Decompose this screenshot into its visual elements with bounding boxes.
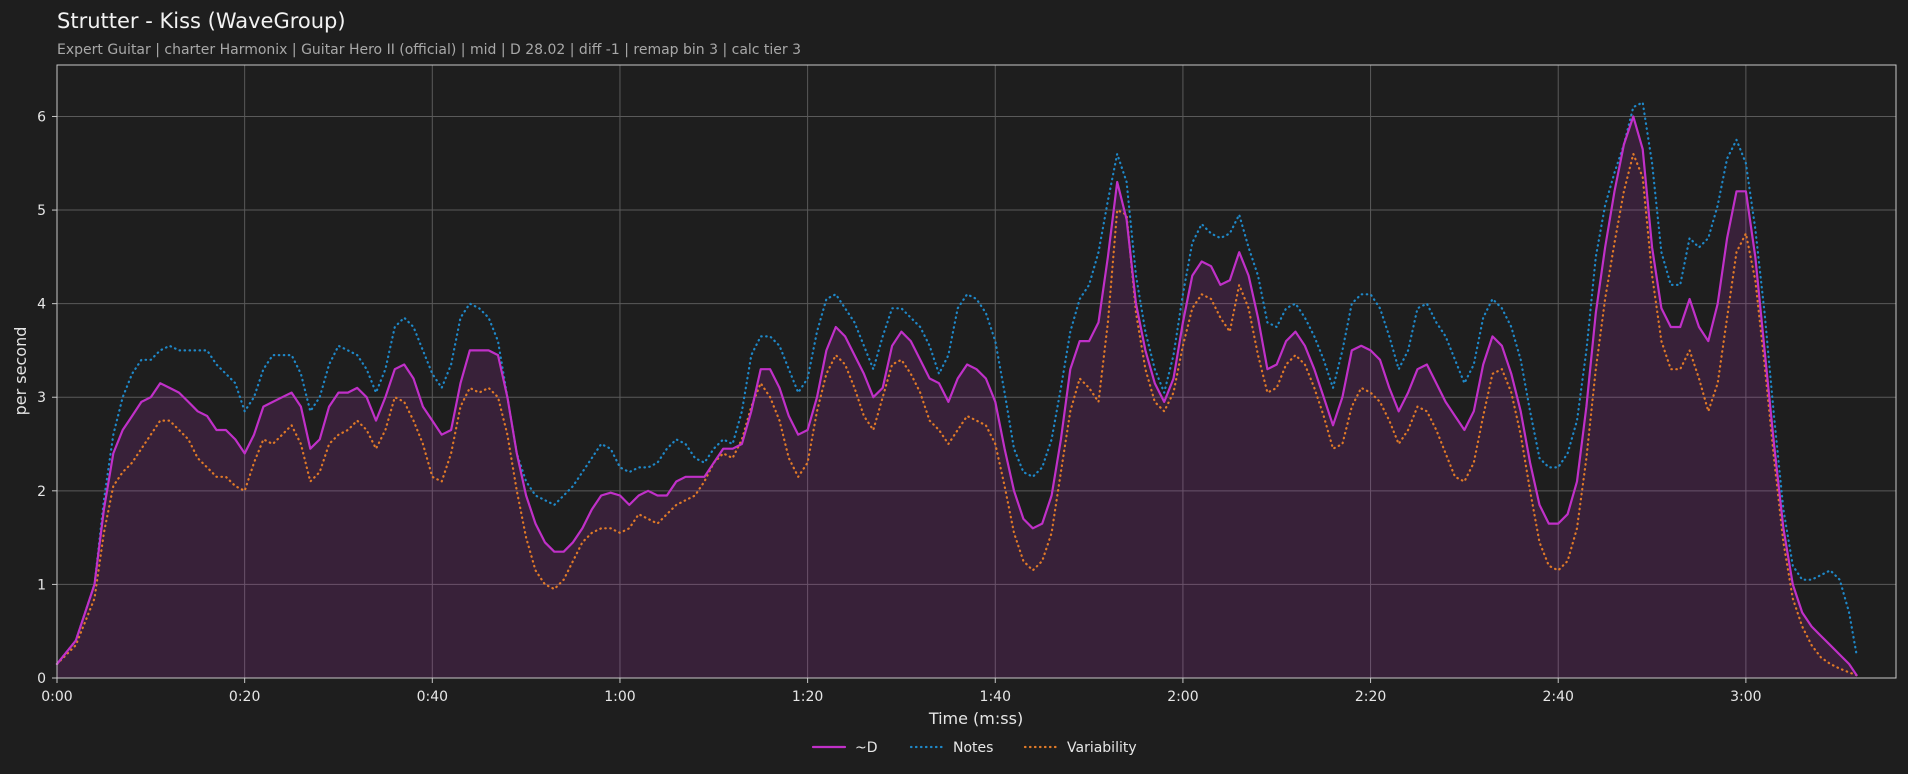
y-tick-label: 5 <box>37 203 46 219</box>
x-tick-label: 1:20 <box>792 689 823 705</box>
x-tick-label: 0:00 <box>41 689 72 705</box>
legend: ~D Notes Variability <box>811 740 1137 756</box>
y-tick-label: 0 <box>37 671 46 687</box>
x-tick-label: 2:40 <box>1542 689 1573 705</box>
y-tick-label: 3 <box>37 390 46 406</box>
x-axis-label: Time (m:ss) <box>928 709 1023 728</box>
y-tick-label: 2 <box>37 484 46 500</box>
x-tick-label: 1:00 <box>604 689 635 705</box>
y-tick-label: 1 <box>37 577 46 593</box>
legend-label-1: Notes <box>953 740 993 756</box>
x-tick-label: 0:20 <box>229 689 260 705</box>
x-tick-label: 3:00 <box>1730 689 1761 705</box>
y-tick-label: 4 <box>37 297 46 313</box>
chart-subtitle: Expert Guitar | charter Harmonix | Guita… <box>57 42 801 58</box>
x-tick-label: 0:40 <box>417 689 448 705</box>
x-tick-label: 2:20 <box>1355 689 1386 705</box>
chart-title: Strutter - Kiss (WaveGroup) <box>57 9 346 33</box>
y-tick-label: 6 <box>37 109 46 125</box>
chart: Strutter - Kiss (WaveGroup) Expert Guita… <box>11 9 1897 756</box>
legend-label-0: ~D <box>855 740 878 756</box>
plot-area: 0:00 0:20 0:40 1:00 1:20 1:40 2:00 2:20 2:40 3:00… <box>37 64 1897 705</box>
legend-label-2: Variability <box>1067 740 1137 756</box>
x-tick-label: 2:00 <box>1167 689 1198 705</box>
y-axis-label: per second <box>11 327 30 416</box>
x-tick-label: 1:40 <box>980 689 1011 705</box>
